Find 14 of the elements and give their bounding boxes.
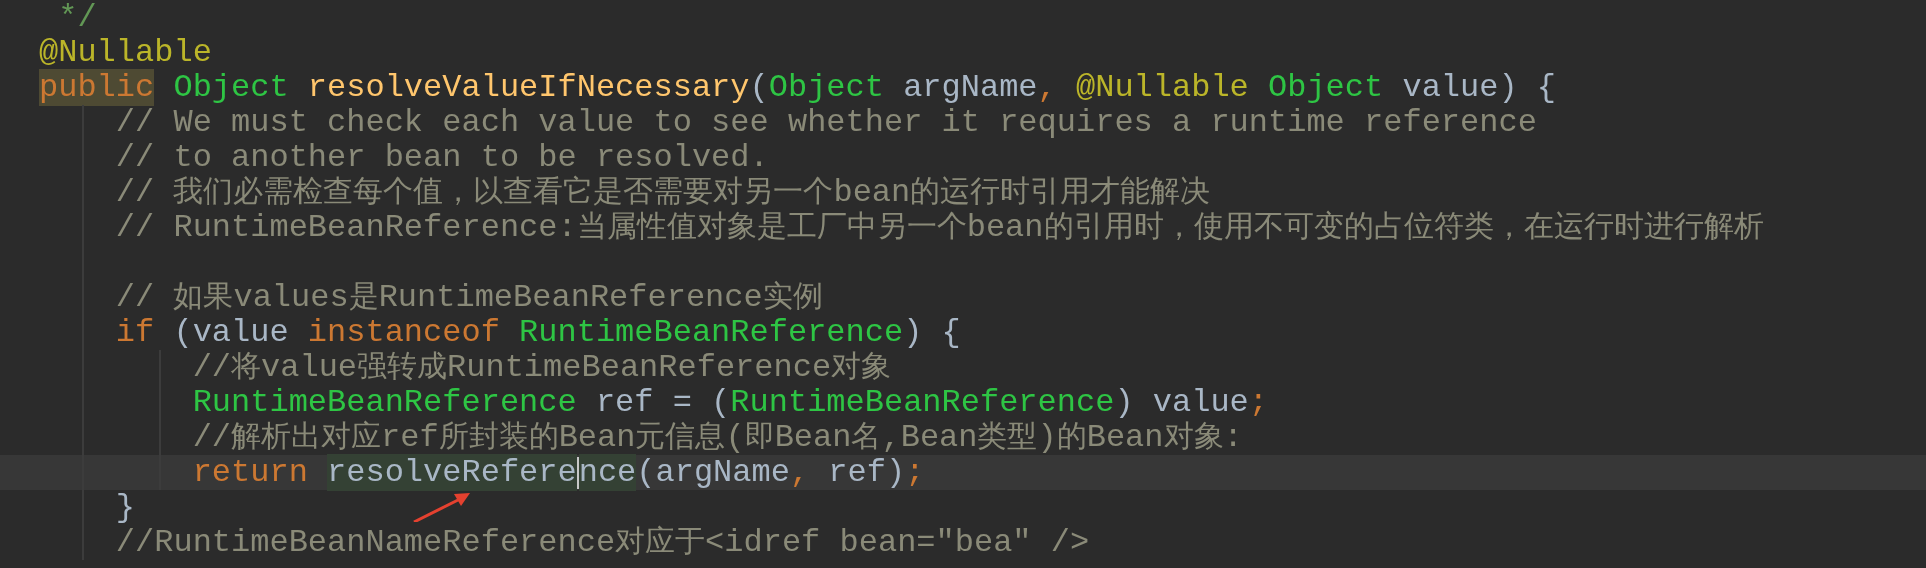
code-line: // We must check each value to see whether it requires a runtime reference [0, 105, 1926, 140]
code-line: public Object resolveValueIfNecessary(Object argName, @Nullable Object value) { [38, 70, 1558, 105]
code-line: // 如果values是RuntimeBeanReference实例 [0, 280, 1926, 315]
code-line: // RuntimeBeanReference:当属性值对象是工厂中另一个bean的引用时，使用不可变的占位符类，在运行时进行解析 [0, 210, 1926, 245]
code-line: //RuntimeBeanNameReference对应于<idref bean="bea" /> [0, 525, 1926, 560]
code-line: //将value强转成RuntimeBeanReference对象 [0, 350, 1926, 385]
code-line: @Nullable [38, 35, 213, 70]
code-line: } [0, 490, 1926, 525]
code-line: if (value instanceof RuntimeBeanReference) { [0, 315, 1926, 350]
code-line: //解析出对应ref所封装的Bean元信息(即Bean名,Bean类型)的Bean对象: [0, 420, 1926, 455]
code-line: */ [57, 0, 98, 35]
code-line: RuntimeBeanReference ref = (RuntimeBeanReference) value; [0, 385, 1926, 420]
code-line: // 我们必需检查每个值，以查看它是否需要对另一个bean的运行时引用才能解决 [0, 175, 1926, 210]
code-line: // to another bean to be resolved. [0, 140, 1926, 175]
